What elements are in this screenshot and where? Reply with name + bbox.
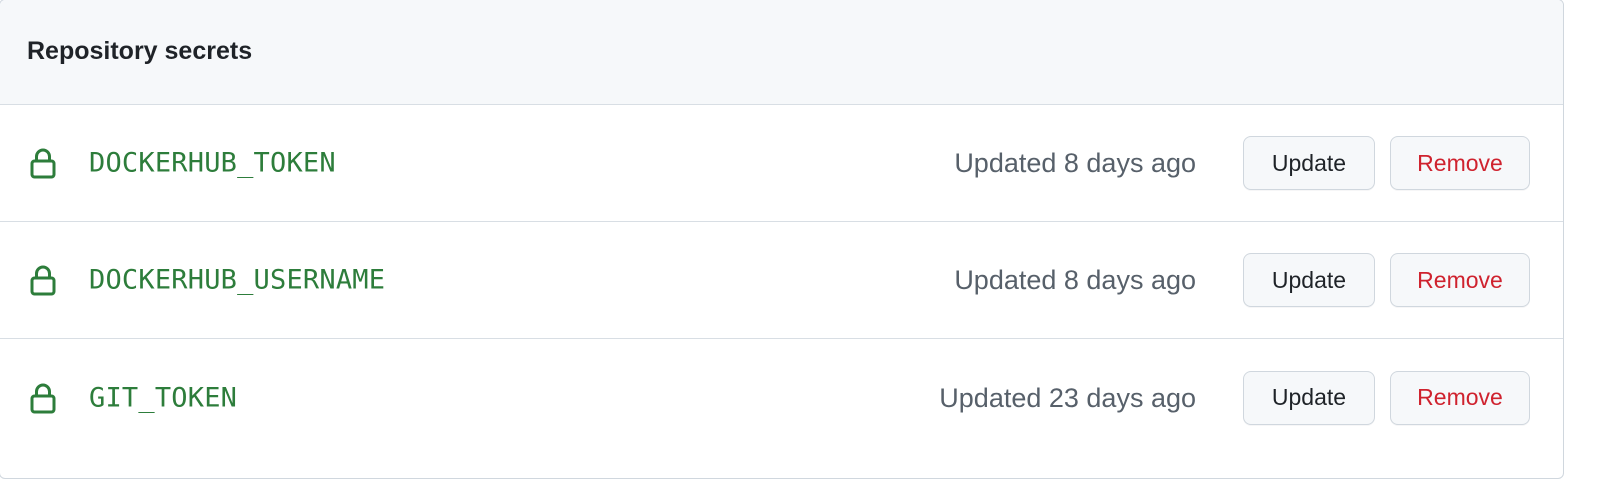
- secret-row: DOCKERHUB_TOKEN Updated 8 days ago Updat…: [0, 105, 1563, 222]
- updated-timestamp: Updated 8 days ago: [954, 148, 1196, 179]
- secret-row: GIT_TOKEN Updated 23 days ago Update Rem…: [0, 339, 1563, 456]
- update-button[interactable]: Update: [1243, 370, 1375, 425]
- panel-header: Repository secrets: [0, 0, 1563, 105]
- remove-button[interactable]: Remove: [1390, 136, 1530, 190]
- panel-title: Repository secrets: [27, 36, 253, 65]
- update-button[interactable]: Update: [1243, 136, 1375, 190]
- remove-button[interactable]: Remove: [1390, 370, 1530, 425]
- lock-icon: [30, 383, 56, 413]
- secret-name: GIT_TOKEN: [89, 382, 238, 413]
- repository-secrets-panel: Repository secrets DOCKERHUB_TOKEN Updat…: [0, 0, 1564, 479]
- secret-row: DOCKERHUB_USERNAME Updated 8 days ago Up…: [0, 222, 1563, 339]
- updated-timestamp: Updated 8 days ago: [954, 265, 1196, 296]
- update-button[interactable]: Update: [1243, 253, 1375, 307]
- updated-timestamp: Updated 23 days ago: [939, 382, 1196, 413]
- remove-button[interactable]: Remove: [1390, 253, 1530, 307]
- lock-icon: [30, 265, 56, 296]
- secret-name: DOCKERHUB_USERNAME: [89, 264, 386, 296]
- secret-name: DOCKERHUB_TOKEN: [89, 147, 336, 179]
- lock-icon: [30, 148, 56, 179]
